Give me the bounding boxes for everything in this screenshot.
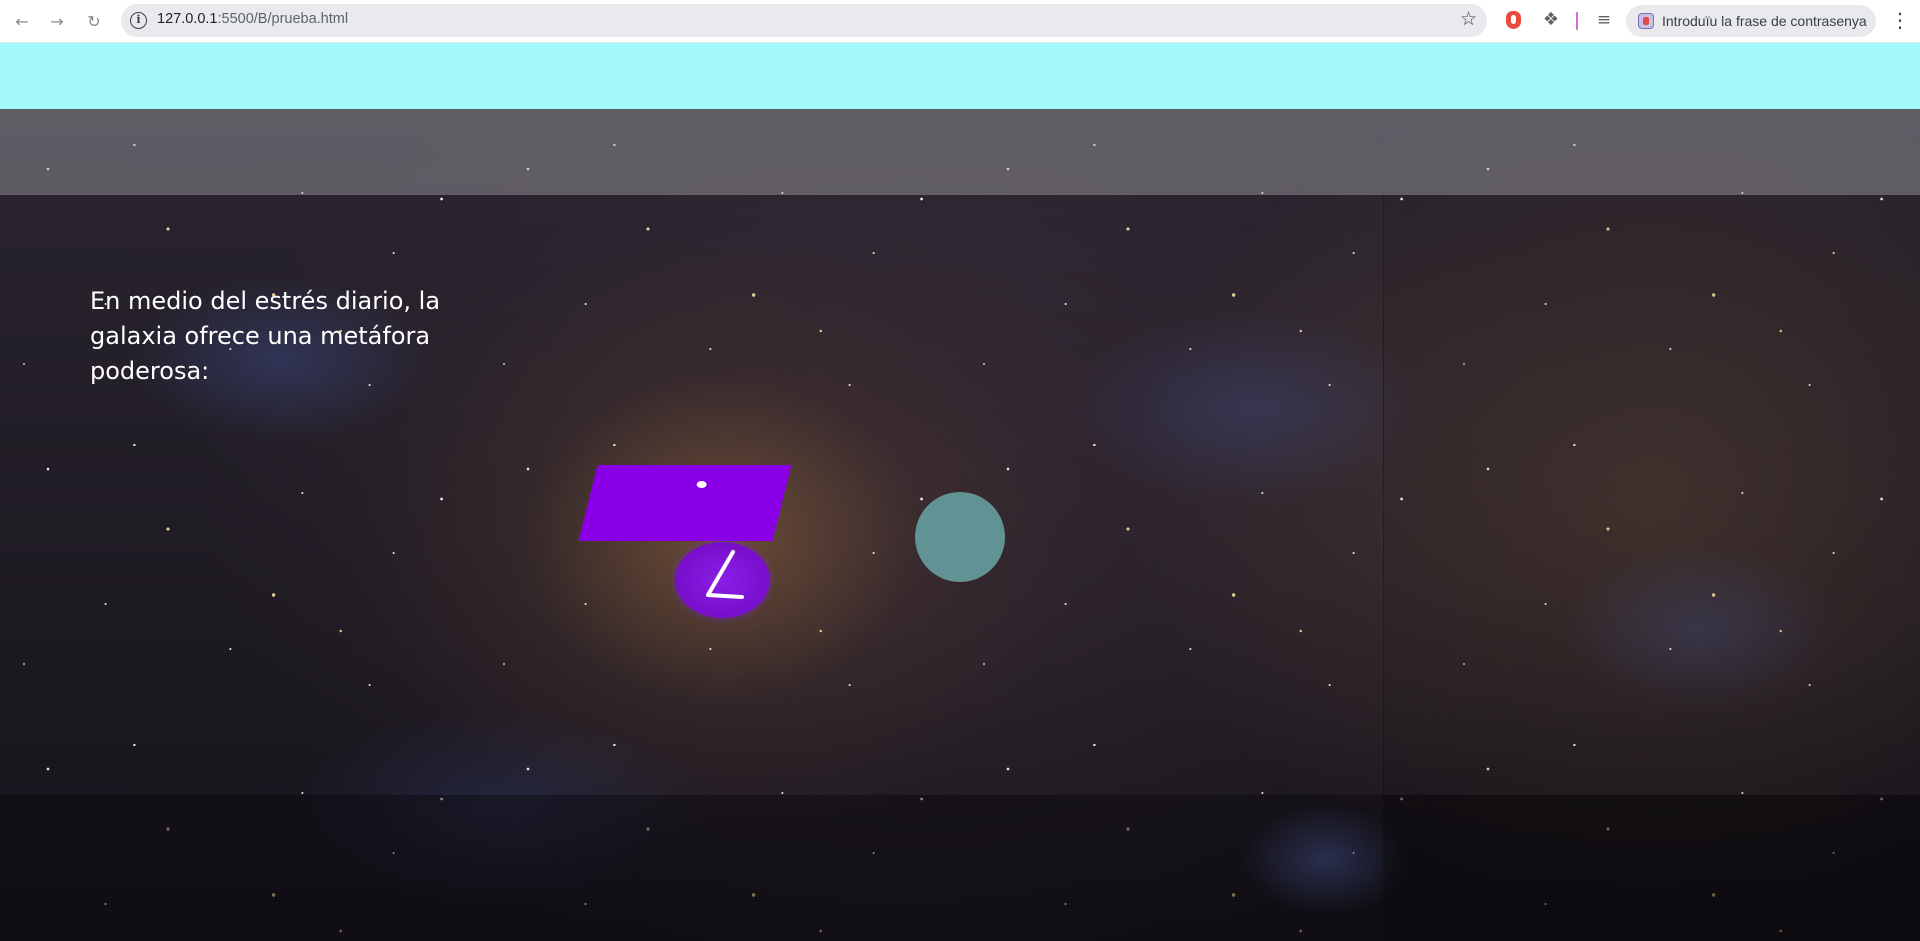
browser-toolbar: ← → ↻ i 127.0.0.1:5500/B/prueba.html ☆ ❖… [0, 0, 1920, 43]
purple-parallelogram[interactable] [578, 465, 792, 541]
password-manager-icon [1638, 13, 1654, 29]
url-host: 127.0.0.1 [157, 11, 218, 27]
reading-list-icon[interactable]: ≡ [1593, 9, 1615, 31]
extensions-puzzle-icon[interactable]: ❖ [1540, 9, 1562, 31]
password-prompt-chip[interactable]: Introduïu la frase de contrasenya [1626, 5, 1876, 37]
page-viewport: En medio del estrés diario, la galaxia o… [0, 43, 1920, 941]
url-text[interactable]: 127.0.0.1:5500/B/prueba.html [157, 11, 348, 27]
menu-kebab-icon[interactable]: ⋮ [1890, 9, 1910, 33]
galaxy-background: En medio del estrés diario, la galaxia o… [0, 109, 1920, 941]
translucent-top-band [0, 109, 1920, 195]
extension-shield-icon[interactable] [1503, 9, 1525, 31]
hero-text: En medio del estrés diario, la galaxia o… [90, 287, 441, 385]
teal-circle[interactable] [915, 492, 1005, 582]
white-dot [696, 481, 707, 488]
purple-ellipse[interactable] [675, 542, 770, 618]
header-bar [0, 43, 1920, 109]
url-path: :5500/B/prueba.html [217, 11, 349, 27]
right-panel-lower [1383, 795, 1920, 941]
password-prompt-label: Introduïu la frase de contrasenya [1662, 13, 1867, 29]
angle-glyph-icon [706, 550, 744, 599]
back-icon[interactable]: ← [10, 10, 34, 34]
toolbar-divider [1576, 12, 1578, 30]
address-bar[interactable]: i 127.0.0.1:5500/B/prueba.html ☆ [121, 4, 1487, 37]
reload-icon[interactable]: ↻ [82, 10, 106, 34]
forward-icon[interactable]: → [45, 10, 69, 34]
site-info-icon[interactable]: i [130, 12, 147, 29]
bookmark-star-icon[interactable]: ☆ [1460, 8, 1477, 30]
right-panel [1383, 195, 1920, 795]
